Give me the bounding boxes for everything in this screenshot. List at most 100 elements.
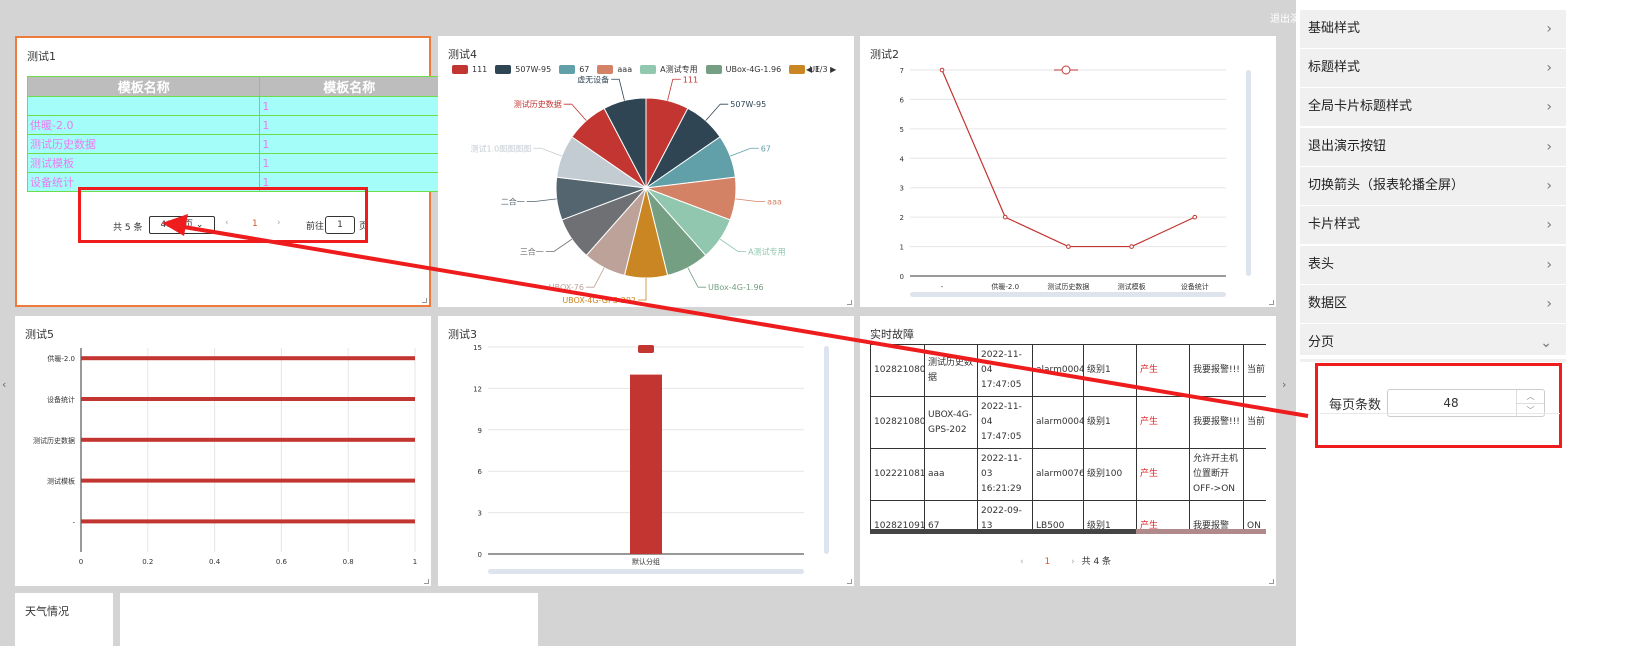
vertical-zoom-slider[interactable] <box>1246 70 1251 276</box>
table-cell: 测试模板 <box>26 153 261 173</box>
horizontal-zoom-slider[interactable] <box>488 569 804 574</box>
resize-handle[interactable] <box>847 300 852 305</box>
section-label: 分页 <box>1308 335 1335 350</box>
section-label: 退出演示按钮 <box>1308 139 1387 154</box>
table-cell <box>26 96 261 116</box>
legend-swatch <box>638 345 654 353</box>
resize-handle[interactable] <box>422 298 427 303</box>
settings-section-2[interactable]: 全局卡片标题样式 › <box>1300 88 1566 126</box>
settings-section-7[interactable]: 数据区 › <box>1300 285 1566 323</box>
pie-label-line <box>526 198 557 202</box>
highlight-box <box>78 187 368 243</box>
settings-section-list: 基础样式 › 标题样式 › 全局卡片标题样式 › 退出演示按钮 › 切换箭头（报表轮播全屏） › 卡… <box>1300 0 1566 646</box>
chevron-right-icon: › <box>1546 178 1552 194</box>
bar <box>81 519 415 524</box>
next-page-icon[interactable]: › <box>1071 557 1075 567</box>
pie-label-line <box>563 103 587 121</box>
table-row[interactable]: 测试模板 1 <box>26 153 439 173</box>
carousel-prev-arrow[interactable]: ‹ <box>2 378 6 391</box>
scrollbar-thumb[interactable] <box>870 529 1136 534</box>
pie-label-line <box>719 238 747 253</box>
section-label: 标题样式 <box>1308 60 1361 75</box>
horizontal-bar-chart[interactable]: 0 0.2 0.4 0.6 0.8 1 供暖-2.0 设备统计测试历史数据测试模板 - <box>15 316 431 586</box>
card-test2[interactable]: 测试2 0 1 2 3 4 5 6 7- 供暖-2.0 测试历史数据 测试模板 设备统计 <box>860 36 1276 307</box>
fault-row[interactable]: 102221081010aaa2022-11-03 16:21:29alarm0… <box>870 448 1266 501</box>
fault-cell: 2022-11-04 17:47:05 <box>977 396 1033 449</box>
section-label: 基础样式 <box>1308 21 1361 36</box>
y-tick-label: 5 <box>900 126 904 134</box>
card-realtime-faults[interactable]: 实时故障 102821080002测试历史数据2022-11-04 17:47:… <box>860 316 1276 586</box>
chevron-right-icon: › <box>1546 139 1552 155</box>
settings-section-1[interactable]: 标题样式 › <box>1300 49 1566 87</box>
prev-page-icon[interactable]: ‹ <box>1020 557 1024 567</box>
carousel-next-arrow[interactable]: › <box>1282 378 1286 391</box>
card-blank[interactable] <box>120 593 538 646</box>
line-point <box>1002 214 1008 220</box>
fault-cell: 产生 <box>1136 396 1190 449</box>
fault-cell: 当前<10 <box>1243 344 1266 397</box>
fault-row[interactable]: 102821080002测试历史数据2022-11-04 17:47:05ala… <box>870 344 1266 397</box>
card-test3[interactable]: 测试3 0 3 6 9 12 15 默认分组 <box>438 316 854 586</box>
chevron-right-icon: › <box>1546 21 1552 37</box>
pie-slice-label: UBOX-76 <box>549 283 584 292</box>
fault-cell: 我要报警!!! <box>1189 344 1244 397</box>
table-cell: 测试历史数据 <box>26 134 261 154</box>
x-tick-label: 供暖-2.0 <box>991 282 1019 291</box>
resize-handle[interactable] <box>847 579 852 584</box>
settings-section-5[interactable]: 卡片样式 › <box>1300 206 1566 244</box>
vertical-zoom-slider[interactable] <box>824 346 829 554</box>
pie-label-line <box>667 78 681 101</box>
fault-table-viewport[interactable]: 102821080002测试历史数据2022-11-04 17:47:05ala… <box>870 344 1266 534</box>
settings-section-0[interactable]: 基础样式 › <box>1300 10 1566 48</box>
bar <box>81 397 415 401</box>
fault-cell: 允许开主机位置断开OFF->ON <box>1189 448 1244 501</box>
x-tick-label: 默认分组 <box>632 557 660 566</box>
divider-line <box>1320 413 1560 414</box>
fault-row[interactable]: 102821080002UBOX-4G-GPS-2022022-11-04 17… <box>870 396 1266 449</box>
fault-cell: 2022-11-04 17:47:05 <box>977 344 1033 397</box>
y-tick-label: 测试历史数据 <box>33 436 75 445</box>
line-point <box>1066 244 1071 249</box>
bar <box>81 437 415 442</box>
table-row[interactable]: 供暖-2.0 1 <box>26 115 439 135</box>
horizontal-zoom-slider[interactable] <box>910 292 1226 297</box>
card-test1[interactable]: 测试1 模板名称 模板名称 1 供暖-2.0 1 测试历史数据 1 测试模板 1 设备… <box>15 36 439 307</box>
fault-cell: alarm0004 <box>1032 344 1084 397</box>
fault-cell: 我要报警!!! <box>1189 396 1244 449</box>
table-cell: 1 <box>259 134 439 154</box>
line-chart[interactable]: 0 1 2 3 4 5 6 7 - 供暖-2.0 测试历史数据 测试模板 设备统计 <box>860 36 1276 296</box>
legend-marker <box>1061 65 1071 75</box>
settings-section-3[interactable]: 退出演示按钮 › <box>1300 128 1566 166</box>
resize-handle[interactable] <box>1269 300 1274 305</box>
table-cell: 1 <box>259 153 439 173</box>
y-tick-label: 6 <box>900 96 905 104</box>
table-row[interactable]: 1 <box>26 96 439 116</box>
fault-cell: aaa <box>924 448 978 501</box>
chevron-right-icon: › <box>1546 60 1552 76</box>
bar <box>630 374 662 554</box>
table-row[interactable]: 测试历史数据 1 <box>26 134 439 154</box>
fault-cell: alarm0076 <box>1032 448 1084 501</box>
pie-chart[interactable]: 111 507W-95 67 aaa A测试专用 UBox-4G-1.96 UBOX-4G-… <box>438 66 854 306</box>
table-header[interactable]: 模板名称 <box>26 76 261 97</box>
table-scrollbar[interactable] <box>870 529 1266 534</box>
pie-slice-label: 111 <box>683 75 698 84</box>
chevron-right-icon: › <box>1546 296 1552 312</box>
card-test5[interactable]: 测试5 0 0.2 0.4 0.6 0.8 1 供暖-2.0 设备统计 测试历史数据 测试模板 - <box>15 316 431 586</box>
y-tick-label: - <box>72 518 75 526</box>
table-header[interactable]: 模板名称 <box>259 76 439 97</box>
resize-handle[interactable] <box>424 579 429 584</box>
settings-section-6[interactable]: 表头 › <box>1300 246 1566 284</box>
pie-slice-label: 二合一 <box>501 197 525 207</box>
card-test4[interactable]: 测试4 111 507W-95 67 aaa A测试专用 UBox-4G-1.96 UE ◀… <box>438 36 854 307</box>
y-tick-label: 0 <box>478 551 482 559</box>
bar-chart[interactable]: 0 3 6 9 12 15 默认分组 <box>438 316 854 586</box>
y-tick-label: 3 <box>900 185 904 193</box>
page-number[interactable]: 1 <box>1044 557 1050 567</box>
card-weather[interactable]: 天气情况 <box>15 593 113 646</box>
settings-section-4[interactable]: 切换箭头（报表轮播全屏） › <box>1300 167 1566 205</box>
fault-cell: 102821080002 <box>870 344 925 397</box>
resize-handle[interactable] <box>1269 579 1274 584</box>
section-divider <box>1300 355 1566 359</box>
fault-pagination: ‹ 1 › 共 4 条 <box>1020 554 1111 567</box>
